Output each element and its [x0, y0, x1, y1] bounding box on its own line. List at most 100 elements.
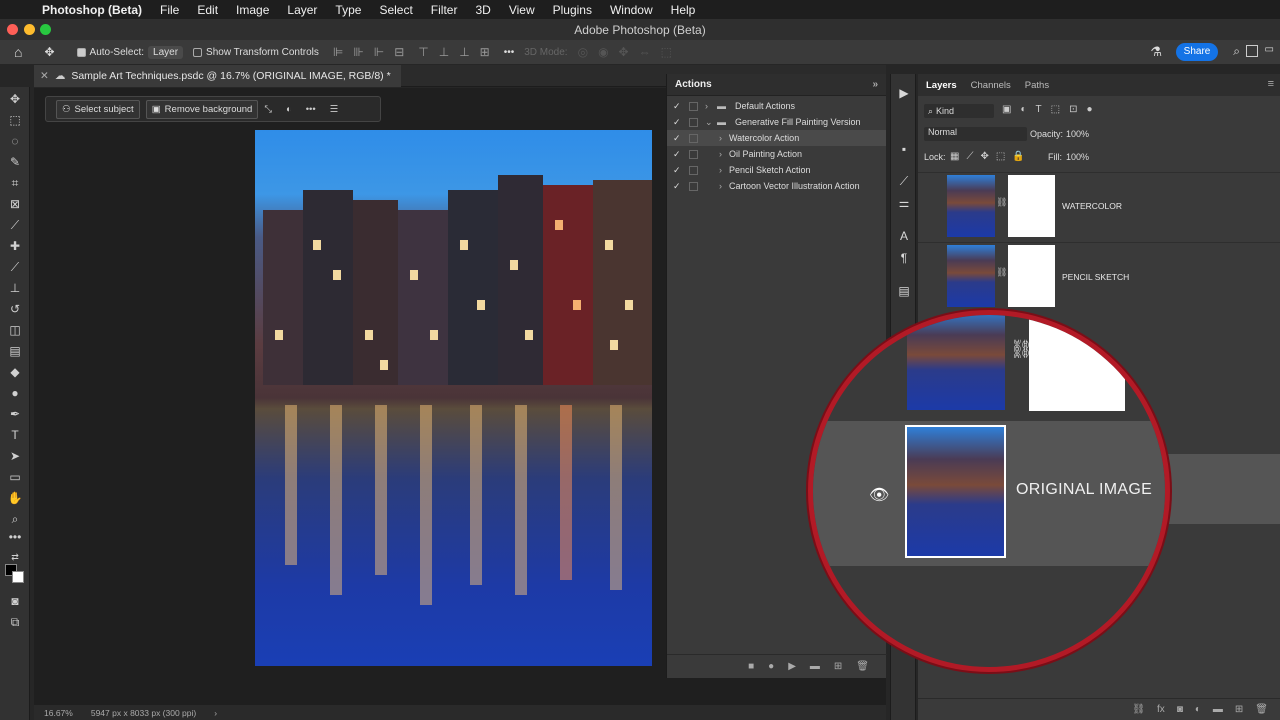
- new-adjustment-icon[interactable]: ◐: [1195, 704, 1201, 715]
- panel-toggle-icon[interactable]: ▭: [1265, 44, 1274, 55]
- dialog-toggle[interactable]: [689, 101, 698, 111]
- settings-sliders-icon[interactable]: ☰: [330, 104, 339, 115]
- add-mask-icon[interactable]: ◙: [1177, 704, 1183, 715]
- notes-icon[interactable]: ▤: [897, 284, 911, 298]
- action-row[interactable]: ✓ ⌄ ▬ Generative Fill Painting Version: [667, 114, 886, 130]
- tab-paths[interactable]: Paths: [1025, 80, 1049, 96]
- dialog-toggle[interactable]: [689, 117, 698, 127]
- rectangle-tool-icon[interactable]: ▭: [7, 469, 23, 485]
- menu-view[interactable]: View: [500, 3, 544, 17]
- fill-input[interactable]: 100%: [1066, 152, 1089, 162]
- opacity-input[interactable]: 100%: [1066, 129, 1089, 139]
- remove-background-button[interactable]: ▣ Remove background: [145, 99, 259, 119]
- path-select-tool-icon[interactable]: ➤: [7, 448, 23, 464]
- gradient-tool-icon[interactable]: ▤: [7, 343, 23, 359]
- beaker-icon[interactable]: ⚗: [1150, 44, 1162, 60]
- eye-visibility-icon[interactable]: 👁: [869, 485, 889, 505]
- chevron-down-icon[interactable]: ⌄: [705, 117, 713, 128]
- lock-position-icon[interactable]: ✥: [980, 151, 988, 162]
- marquee-tool-icon[interactable]: ⬚: [7, 112, 23, 128]
- more-icon[interactable]: •••: [306, 104, 316, 115]
- auto-select-checkbox[interactable]: [76, 47, 86, 57]
- lock-paint-icon[interactable]: ⟋: [966, 151, 973, 162]
- layer-row[interactable]: ⛓ WATERCOLOR: [918, 172, 1280, 242]
- actions-panel-title[interactable]: Actions: [675, 79, 712, 90]
- select-subject-button[interactable]: ⚇ Select subject: [56, 99, 140, 119]
- link-layers-icon[interactable]: ⛓: [1132, 704, 1145, 715]
- swap-colors-icon[interactable]: ⇄: [7, 549, 23, 565]
- link-icon[interactable]: ⛓: [996, 267, 1007, 278]
- align-center-icon[interactable]: ⊪: [353, 45, 363, 59]
- adjustment-filter-icon[interactable]: ◐: [1020, 104, 1026, 115]
- layer-mask-thumbnail[interactable]: [1008, 175, 1055, 237]
- dialog-toggle[interactable]: [689, 181, 698, 191]
- pen-tool-icon[interactable]: ✒: [7, 406, 23, 422]
- filter-toggle-icon[interactable]: ●: [1086, 104, 1092, 115]
- zoom-level[interactable]: 16.67%: [44, 708, 73, 718]
- search-icon[interactable]: ⌕: [1233, 44, 1240, 59]
- pixel-filter-icon[interactable]: ▣: [1002, 104, 1011, 115]
- hand-tool-icon[interactable]: ✋: [7, 490, 23, 506]
- shape-filter-icon[interactable]: ⬚: [1051, 104, 1060, 115]
- menu-app[interactable]: Photoshop (Beta): [40, 3, 151, 17]
- brush-tool-icon[interactable]: ⟋: [7, 259, 23, 275]
- blur-tool-icon[interactable]: ◆: [7, 364, 23, 380]
- align-middle-icon[interactable]: ⊥: [439, 45, 449, 59]
- home-icon[interactable]: ⌂: [14, 44, 22, 60]
- action-row[interactable]: ✓ › Watercolor Action: [667, 130, 886, 146]
- clone-stamp-tool-icon[interactable]: ⊥: [7, 280, 23, 296]
- align-right-icon[interactable]: ⊩: [374, 45, 384, 59]
- show-transform-checkbox[interactable]: [193, 47, 203, 57]
- smart-object-filter-icon[interactable]: ⊡: [1069, 104, 1077, 115]
- action-check-icon[interactable]: ✓: [673, 181, 681, 192]
- more-tools-icon[interactable]: •••: [7, 529, 23, 545]
- layer-mask-thumbnail[interactable]: [1029, 315, 1125, 411]
- healing-brush-tool-icon[interactable]: ✚: [7, 238, 23, 254]
- menu-image[interactable]: Image: [227, 3, 278, 17]
- menu-filter[interactable]: Filter: [422, 3, 467, 17]
- stop-icon[interactable]: ■: [748, 661, 754, 672]
- dodge-tool-icon[interactable]: ●: [7, 385, 23, 401]
- brush-settings-icon[interactable]: ⟋: [897, 174, 911, 188]
- action-check-icon[interactable]: ✓: [673, 149, 681, 160]
- align-top-icon[interactable]: ⊤: [418, 45, 428, 59]
- align-bottom-icon[interactable]: ⊥: [459, 45, 469, 59]
- chevron-right-icon[interactable]: ›: [705, 101, 708, 111]
- new-layer-icon[interactable]: ⊞: [1235, 704, 1243, 715]
- distribute-icon[interactable]: ⊟: [394, 45, 404, 59]
- layer-row-selected[interactable]: 👁 ORIGINAL IMAGE: [813, 421, 1165, 566]
- action-check-icon[interactable]: ✓: [673, 165, 681, 176]
- lock-all-icon[interactable]: 🔒: [1012, 151, 1024, 162]
- layer-row[interactable]: ⛓ PENCIL SKETCH: [918, 242, 1280, 312]
- chevron-right-icon[interactable]: ›: [719, 181, 722, 191]
- actions-play-icon[interactable]: ▶: [897, 86, 911, 100]
- panel-collapse-icon[interactable]: »: [872, 79, 878, 90]
- new-action-icon[interactable]: ⊞: [834, 661, 842, 672]
- menu-layer[interactable]: Layer: [278, 3, 326, 17]
- layer-mask-thumbnail[interactable]: [1008, 245, 1055, 307]
- status-arrow-icon[interactable]: ›: [214, 708, 217, 718]
- trash-icon[interactable]: 🗑: [856, 661, 869, 672]
- tab-channels[interactable]: Channels: [971, 80, 1011, 96]
- move-tool-icon[interactable]: ✥: [44, 45, 54, 59]
- action-row[interactable]: ✓ › ▬ Default Actions: [667, 98, 886, 114]
- screen-mode-icon[interactable]: ⧉: [7, 614, 23, 630]
- move-tool-icon[interactable]: ✥: [7, 91, 23, 107]
- history-brush-tool-icon[interactable]: ↺: [7, 301, 23, 317]
- action-row[interactable]: ✓ › Oil Painting Action: [667, 146, 886, 162]
- menu-type[interactable]: Type: [326, 3, 370, 17]
- menu-edit[interactable]: Edit: [188, 3, 227, 17]
- menu-help[interactable]: Help: [662, 3, 705, 17]
- play-icon[interactable]: ▶: [788, 661, 796, 672]
- action-row[interactable]: ✓ › Cartoon Vector Illustration Action: [667, 178, 886, 194]
- share-button[interactable]: Share: [1176, 43, 1218, 61]
- delete-layer-icon[interactable]: 🗑: [1255, 704, 1268, 715]
- adjustment-icon[interactable]: ◐: [286, 104, 292, 115]
- eraser-tool-icon[interactable]: ◫: [7, 322, 23, 338]
- layer-name[interactable]: ORIGINAL IMAGE: [1016, 481, 1152, 499]
- menu-file[interactable]: File: [151, 3, 188, 17]
- type-tool-icon[interactable]: T: [7, 427, 23, 443]
- workspace-icon[interactable]: [1246, 45, 1258, 57]
- crop-tool-icon[interactable]: ⌗: [7, 175, 23, 191]
- lasso-tool-icon[interactable]: ◌: [7, 133, 23, 149]
